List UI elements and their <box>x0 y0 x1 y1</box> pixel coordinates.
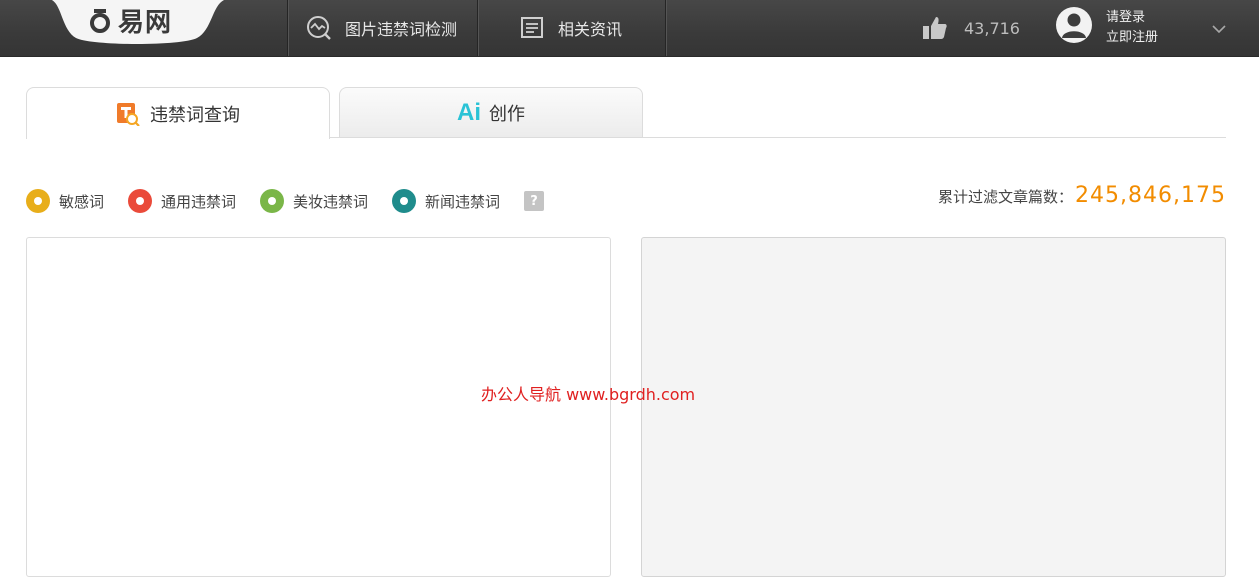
tab-create[interactable]: Ai 创作 <box>339 87 643 137</box>
legend-dot-icon <box>26 189 50 213</box>
filtered-count: 累计过滤文章篇数： 245,846,175 <box>938 183 1226 208</box>
nav-divider <box>287 0 288 56</box>
logo[interactable]: 易网 <box>52 0 224 46</box>
ai-icon: Ai <box>457 98 481 126</box>
filtered-count-label: 累计过滤文章篇数： <box>938 188 1074 206</box>
result-panel <box>641 237 1226 577</box>
avatar[interactable] <box>1056 7 1092 43</box>
input-textarea[interactable] <box>26 237 611 577</box>
nav-image-check[interactable]: 图片违禁词检测 <box>305 0 457 56</box>
watermark-text: 办公人导航 www.bgrdh.com <box>481 385 696 404</box>
legend-dot-icon <box>392 189 417 213</box>
logo-mark-icon <box>90 9 110 33</box>
top-bar: 易网 图片违禁词检测 相关资讯 43,716 请登录 立即注册 <box>0 0 1259 57</box>
legend-item-cosmetics[interactable]: 美妆违禁词 <box>260 189 368 213</box>
nav-news-label: 相关资讯 <box>558 20 623 39</box>
image-check-icon <box>307 16 331 40</box>
chevron-down-icon[interactable] <box>1212 24 1226 34</box>
logo-text: 易网 <box>118 8 173 38</box>
help-icon[interactable]: ? <box>524 191 545 211</box>
likes-button[interactable]: 43,716 <box>922 0 1020 56</box>
tab-word-query-label: 违禁词查询 <box>150 104 240 126</box>
legend-item-general[interactable]: 通用违禁词 <box>128 189 236 213</box>
login-links: 请登录 立即注册 <box>1106 8 1158 48</box>
tab-create-label: 创作 <box>489 103 525 125</box>
search-doc-icon <box>116 102 140 126</box>
likes-count: 43,716 <box>964 18 1020 38</box>
nav-news[interactable]: 相关资讯 <box>520 0 622 56</box>
legend-label: 敏感词 <box>59 192 105 211</box>
legend-label: 新闻违禁词 <box>425 192 501 211</box>
legend-item-sensitive[interactable]: 敏感词 <box>26 189 104 213</box>
nav-divider <box>477 0 478 56</box>
register-link[interactable]: 立即注册 <box>1106 28 1158 48</box>
word-type-legend: 敏感词 通用违禁词 美妆违禁词 新闻违禁词 ? <box>26 188 545 214</box>
thumbs-up-icon <box>923 17 947 39</box>
tab-word-query[interactable]: 违禁词查询 <box>26 87 330 139</box>
login-link[interactable]: 请登录 <box>1106 8 1158 28</box>
legend-label: 美妆违禁词 <box>293 192 369 211</box>
nav-image-check-label: 图片违禁词检测 <box>345 20 458 39</box>
filtered-count-value: 245,846,175 <box>1075 183 1226 208</box>
news-icon <box>521 17 543 38</box>
user-icon <box>1062 13 1086 38</box>
legend-label: 通用违禁词 <box>161 192 237 211</box>
legend-dot-icon <box>128 189 153 213</box>
legend-dot-icon <box>260 189 285 213</box>
legend-item-news[interactable]: 新闻违禁词 <box>392 189 500 213</box>
nav-divider <box>665 0 666 56</box>
